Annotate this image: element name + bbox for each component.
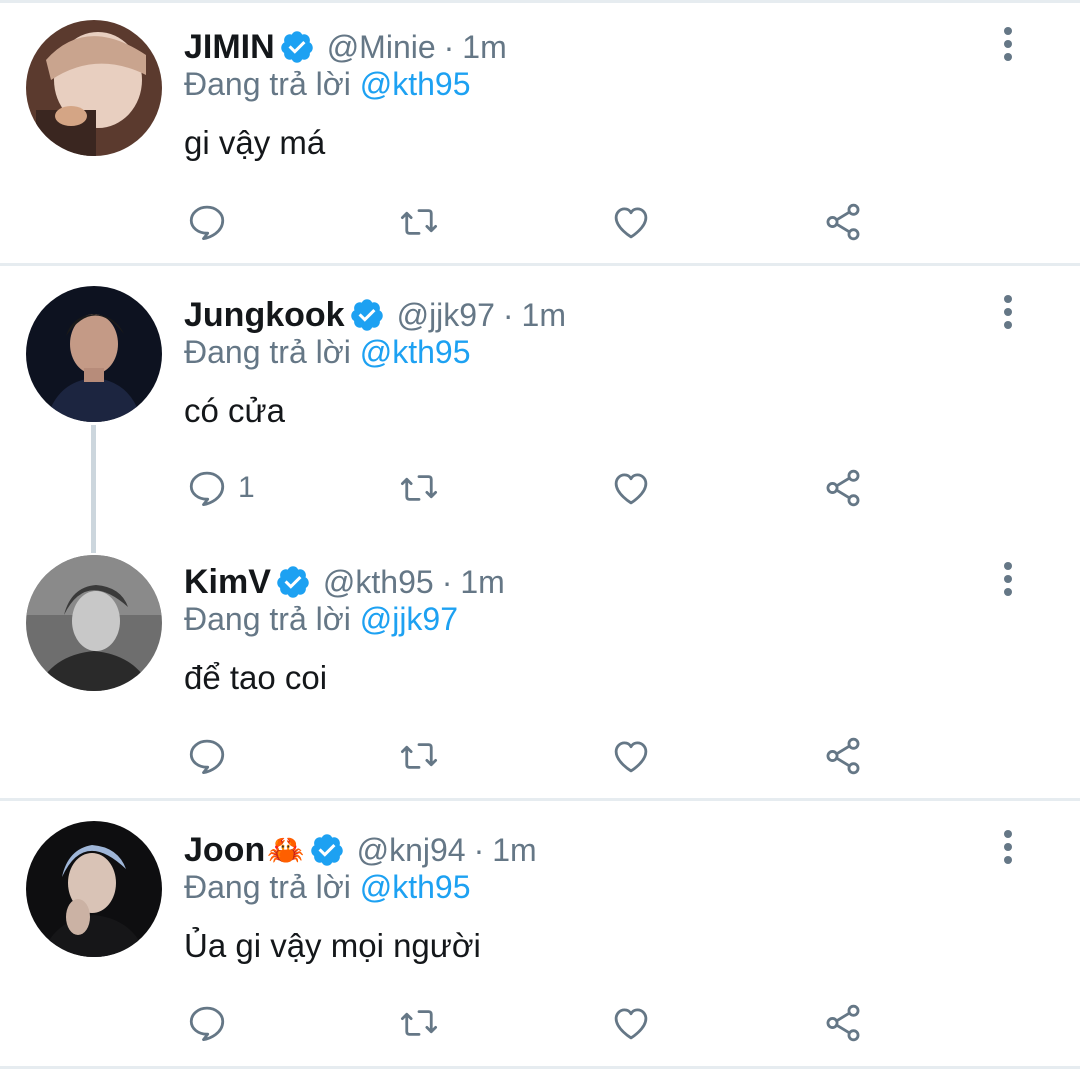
replying-to: Đang trả lời @kth95 [184,334,470,371]
crab-emoji: 🦀 [267,832,305,868]
more-options-icon[interactable] [994,24,1022,64]
display-name[interactable]: KimV [184,563,271,602]
more-options-icon[interactable] [994,827,1022,867]
tweet-divider [0,263,1080,266]
tweet-text: Ủa gi vậy mọi người [184,927,481,964]
reply-icon [189,471,225,507]
replying-to-label: Đang trả lời [184,601,351,637]
replying-to: Đang trả lời @jjk97 [184,601,458,638]
tweet-actions [0,194,1080,250]
share-icon [826,469,860,507]
tweet[interactable]: Joon 🦀 @knj94 · 1m Đang trả lời @kth95 Ủ… [0,803,1080,1066]
mention-link[interactable]: @kth95 [360,869,471,905]
mention-link[interactable]: @kth95 [360,334,471,370]
avatar[interactable] [26,555,162,691]
tweet-header: JIMIN @Minie · 1m [184,22,507,72]
reply-icon [189,1006,225,1042]
timestamp[interactable]: 1m [522,297,566,334]
tweet-actions [0,728,1080,784]
like-button[interactable] [610,194,652,250]
replying-to-label: Đang trả lời [184,334,351,370]
avatar[interactable] [26,821,162,957]
retweet-icon [400,209,438,235]
replying-to: Đang trả lời @kth95 [184,869,470,906]
tweet-divider [0,1066,1080,1069]
verified-badge-icon [280,31,313,63]
replying-to: Đang trả lời @kth95 [184,66,470,103]
retweet-icon [400,1010,438,1036]
retweet-icon [400,475,438,501]
verified-badge-icon [310,834,343,866]
more-options-icon[interactable] [994,559,1022,599]
separator-dot: · [441,563,453,600]
separator-dot: · [473,831,485,868]
display-name[interactable]: JIMIN [184,28,275,67]
reply-button[interactable] [186,995,238,1051]
tweet-header: KimV @kth95 · 1m [184,557,505,607]
retweet-button[interactable] [398,995,440,1051]
tweet-text: có cửa [184,392,285,429]
verified-badge-icon [277,566,309,598]
more-options-icon[interactable] [994,292,1022,332]
tweet[interactable]: Jungkook @jjk97 · 1m Đang trả lời @kth95… [0,268,1080,535]
avatar[interactable] [26,20,162,156]
mention-link[interactable]: @kth95 [360,66,471,102]
avatar[interactable] [26,286,162,422]
tweet-divider [0,798,1080,801]
tweet-header: Joon 🦀 @knj94 · 1m [184,825,537,875]
like-button[interactable] [610,460,652,516]
retweet-button[interactable] [398,460,440,516]
reply-button[interactable] [186,194,238,250]
tweet-header: Jungkook @jjk97 · 1m [184,290,566,340]
replying-to-label: Đang trả lời [184,66,351,102]
tweet-text: để tao coi [184,659,328,696]
like-icon [614,207,648,239]
reply-icon [189,205,225,241]
share-button[interactable] [822,728,864,784]
separator-dot: · [502,296,514,333]
display-name[interactable]: Joon [184,831,265,870]
like-icon [614,473,648,505]
share-icon [826,737,860,775]
timestamp[interactable]: 1m [492,832,536,869]
user-handle[interactable]: @Minie [327,29,436,66]
like-button[interactable] [610,728,652,784]
separator-dot: · [443,28,455,65]
share-button[interactable] [822,460,864,516]
share-icon [826,1004,860,1042]
like-button[interactable] [610,995,652,1051]
display-name[interactable]: Jungkook [184,296,345,335]
timestamp[interactable]: 1m [460,564,504,601]
replying-to-label: Đang trả lời [184,869,351,905]
mention-link[interactable]: @jjk97 [360,601,458,637]
reply-button[interactable]: 1 [186,460,255,516]
timestamp[interactable]: 1m [462,29,506,66]
share-button[interactable] [822,995,864,1051]
like-icon [614,1008,648,1040]
reply-icon [189,739,225,775]
reply-count: 1 [238,471,255,504]
like-icon [614,741,648,773]
tweet-text: gi vậy má [184,124,326,161]
tweet[interactable]: KimV @kth95 · 1m Đang trả lời @jjk97 để … [0,535,1080,798]
retweet-icon [400,743,438,769]
retweet-button[interactable] [398,194,440,250]
tweet-actions [0,995,1080,1051]
tweet-actions: 1 [0,460,1080,516]
user-handle[interactable]: @jjk97 [397,297,495,334]
tweet[interactable]: JIMIN @Minie · 1m Đang trả lời @kth95 gi… [0,0,1080,263]
share-icon [826,203,860,241]
reply-button[interactable] [186,728,238,784]
user-handle[interactable]: @kth95 [323,564,434,601]
retweet-button[interactable] [398,728,440,784]
user-handle[interactable]: @knj94 [357,832,466,869]
share-button[interactable] [822,194,864,250]
verified-badge-icon [350,299,383,331]
